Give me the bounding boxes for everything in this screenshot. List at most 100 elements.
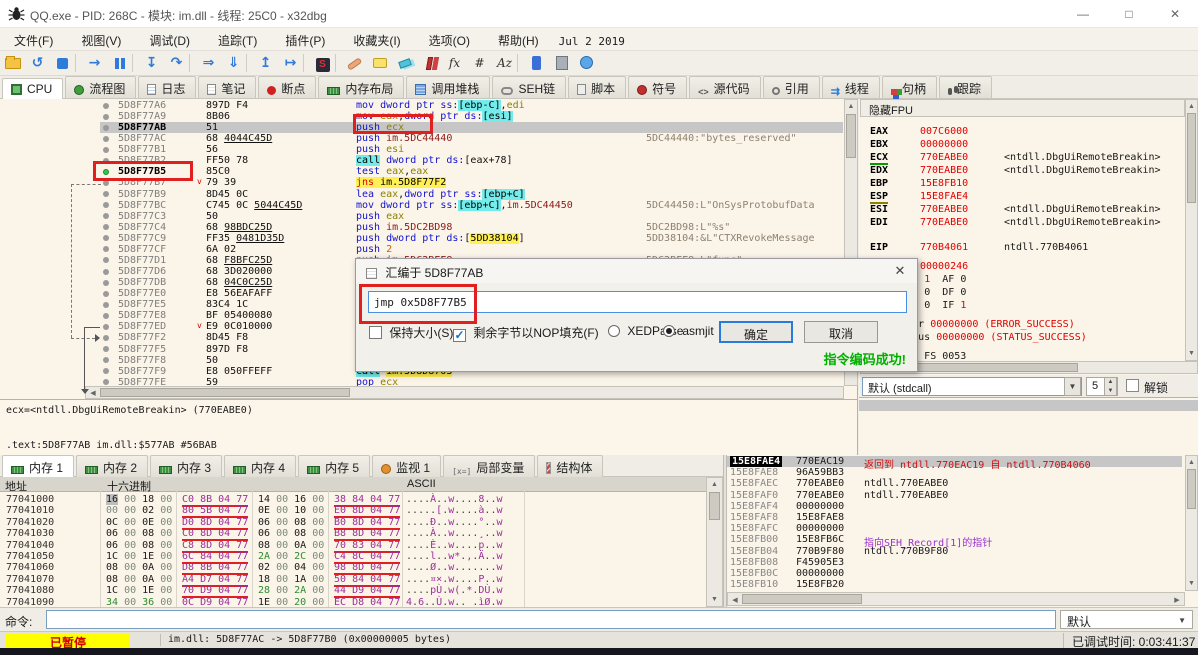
- bottom-tab-内存 1[interactable]: 内存 1: [2, 455, 75, 478]
- spinner-buttons[interactable]: ▲ ▼: [1104, 377, 1117, 396]
- dialog-close-icon[interactable]: ✕: [885, 259, 915, 283]
- preferences-icon[interactable]: [574, 51, 599, 75]
- menu-item[interactable]: 插件(P): [271, 28, 339, 49]
- unlock-checkbox[interactable]: [1126, 379, 1139, 392]
- dialog-title-bar[interactable]: 汇编于 5D8F77AB ✕: [356, 259, 917, 283]
- tab-跟踪[interactable]: 跟踪: [938, 76, 992, 98]
- disasm-row[interactable]: 5D8F77C3 50 push eax: [0, 211, 858, 222]
- dump-row[interactable]: 77041060 08 00 0A 00 D8 8B 04 77 02 00 04 0…: [0, 562, 706, 576]
- stack-row[interactable]: 15E8FAF4 00000000: [727, 501, 1182, 512]
- register-value[interactable]: 770EABE0: [920, 165, 968, 176]
- dump-row[interactable]: 77041000 16 00 18 00 C0 8B 04 77 14 00 16 0…: [0, 494, 706, 507]
- row-dot[interactable]: [103, 102, 109, 109]
- minimize-button[interactable]: —: [1060, 0, 1106, 28]
- register-value[interactable]: 15E8FAE4: [920, 191, 968, 202]
- row-dot[interactable]: [103, 323, 109, 330]
- stack-row[interactable]: 15E8FAFC 00000000: [727, 523, 1182, 534]
- disasm-row[interactable]: 5D8F77AC 68 4044C45D push im.5DC44440 5DC44…: [0, 133, 858, 144]
- calling-convention-select[interactable]: 默认 (stdcall): [862, 377, 1082, 396]
- memory-dump-pane[interactable]: 地址 十六进制 ASCII 77041000 16 00 18 00 C0 8B 04 7…: [0, 477, 724, 610]
- row-dot[interactable]: [103, 312, 109, 319]
- attach-icon[interactable]: [524, 51, 549, 75]
- stack-row[interactable]: 15E8FAE8 96A59BB3: [727, 467, 1182, 478]
- row-dot[interactable]: [103, 334, 109, 341]
- dump-row[interactable]: 77041010 00 00 02 00 80 5B 04 77 0E 00 10 0…: [0, 505, 706, 519]
- register-value[interactable]: 00000246: [920, 261, 968, 272]
- dump-row[interactable]: 77041040 06 00 08 00 C8 8D 04 77 08 00 0A 0…: [0, 540, 706, 553]
- tab-源代码[interactable]: <> 源代码: [689, 76, 761, 98]
- disasm-row[interactable]: 5D8F77C9 FF35 0481D35D push dword ptr ds:[…: [0, 232, 858, 244]
- command-input[interactable]: [46, 610, 1056, 629]
- bottom-tab-监视 1[interactable]: 监视 1: [372, 455, 442, 477]
- row-dot[interactable]: [103, 224, 109, 231]
- row-dot[interactable]: [103, 257, 109, 264]
- functions-icon[interactable]: fx: [442, 51, 467, 75]
- menu-item[interactable]: 收藏夹(I): [339, 28, 414, 49]
- tab-引用[interactable]: 引用: [762, 76, 820, 98]
- stop-badge-icon[interactable]: S: [310, 51, 335, 75]
- dump-row[interactable]: 77041070 08 00 0A 00 A4 D7 04 77 18 00 1A 0…: [0, 574, 706, 587]
- register-value[interactable]: 770B4061: [920, 242, 968, 253]
- stack-row[interactable]: 15E8FAF8 15E8FAE8: [727, 512, 1182, 523]
- register-value[interactable]: 00000000: [920, 139, 968, 150]
- tab-句柄[interactable]: 句柄: [881, 76, 937, 98]
- execute-till-return-icon[interactable]: ↥: [253, 51, 278, 75]
- registers-vscrollbar[interactable]: ▲ ▼: [1185, 99, 1198, 361]
- row-dot[interactable]: [103, 213, 109, 220]
- row-dot[interactable]: [103, 113, 109, 120]
- bottom-tab-结构体[interactable]: 结构体: [537, 455, 604, 477]
- stack-row[interactable]: 15E8FAF0 770EABE0 ntdll.770EABE0: [727, 490, 1182, 501]
- tab-内存布局[interactable]: 内存布局: [318, 76, 405, 98]
- menu-item[interactable]: 选项(O): [415, 28, 484, 49]
- disasm-row[interactable]: 5D8F77BC C745 0C 5044C45D mov dword ptr ss…: [0, 199, 858, 211]
- row-dot[interactable]: [103, 346, 109, 353]
- row-dot[interactable]: [103, 357, 109, 364]
- stack-vscrollbar[interactable]: ▲ ▼: [1185, 455, 1198, 591]
- strings-icon[interactable]: Az: [492, 51, 517, 75]
- bottom-tab-内存 5[interactable]: 内存 5: [298, 455, 371, 477]
- menu-item[interactable]: 调试(D): [135, 28, 204, 49]
- row-dot[interactable]: [103, 301, 109, 308]
- stack-row[interactable]: 15E8FB08 F45905E3: [727, 557, 1182, 568]
- menu-item[interactable]: 追踪(T): [204, 28, 271, 49]
- tab-CPU[interactable]: CPU: [2, 78, 64, 101]
- dump-row[interactable]: 77041020 0C 00 0E 00 D0 8D 04 77 06 00 08 0…: [0, 517, 706, 530]
- labels-icon[interactable]: [392, 51, 417, 75]
- dump-row[interactable]: 77041030 06 00 08 00 C0 8D 04 77 06 00 08 0…: [0, 528, 706, 542]
- comments-icon[interactable]: [367, 51, 392, 75]
- stack-hscrollbar[interactable]: ◀ ▶: [727, 592, 1185, 606]
- tab-脚本[interactable]: 脚本: [568, 76, 627, 98]
- row-dot[interactable]: [103, 368, 109, 375]
- maximize-button[interactable]: □: [1106, 0, 1152, 28]
- close-icon[interactable]: [50, 51, 75, 75]
- register-value[interactable]: 15E8FB10: [920, 178, 968, 189]
- hide-fpu-button[interactable]: 隐藏FPU: [860, 99, 1185, 117]
- disasm-hscrollbar[interactable]: ◀: [85, 386, 844, 399]
- radio-icon[interactable]: [608, 325, 620, 337]
- stack-row[interactable]: 15E8FB04 770B9F80 ntdll.770B9F80: [727, 546, 1182, 557]
- bottom-tab-内存 2[interactable]: 内存 2: [76, 455, 149, 477]
- menu-item[interactable]: 文件(F): [0, 28, 67, 49]
- stack-pane[interactable]: 15E8FAE4 770EAC19 返回到 ntdll.770EAC19 自 ntd…: [727, 455, 1198, 607]
- keep-size-checkbox[interactable]: 保持大小(S): [369, 324, 453, 341]
- register-value[interactable]: 770EABE0: [920, 217, 968, 228]
- stack-row[interactable]: 15E8FB10 15E8FB20: [727, 579, 1182, 590]
- tab-断点[interactable]: 断点: [258, 76, 317, 98]
- arguments-pane[interactable]: 1: [esp+4] 96A59BB32: [esp+8] 770EABE0 <…: [859, 397, 1198, 455]
- step-into-trace-icon[interactable]: ⇓: [221, 51, 246, 75]
- row-dot[interactable]: [103, 290, 109, 297]
- tab-调用堆栈[interactable]: 调用堆栈: [406, 76, 491, 98]
- row-dot[interactable]: [103, 191, 109, 198]
- menu-item[interactable]: 视图(V): [67, 28, 135, 49]
- restart-icon[interactable]: ↺: [25, 51, 50, 75]
- row-dot[interactable]: [103, 246, 109, 253]
- checkbox-checked-icon[interactable]: ✓: [453, 329, 466, 342]
- disasm-row[interactable]: 5D8F77CF 6A 02 push 2: [0, 244, 858, 255]
- bottom-tab-局部变量[interactable]: [x=] 局部变量: [443, 455, 536, 477]
- run-to-user-code-icon[interactable]: ↦: [278, 51, 303, 75]
- tab-日志[interactable]: 日志: [138, 76, 197, 98]
- row-dot[interactable]: [103, 235, 109, 242]
- tab-流程图[interactable]: 流程图: [65, 76, 137, 98]
- calculator-icon[interactable]: [549, 51, 574, 75]
- dump-row[interactable]: 77041080 1C 00 1E 00 70 D9 04 77 28 00 2A 0…: [0, 585, 706, 599]
